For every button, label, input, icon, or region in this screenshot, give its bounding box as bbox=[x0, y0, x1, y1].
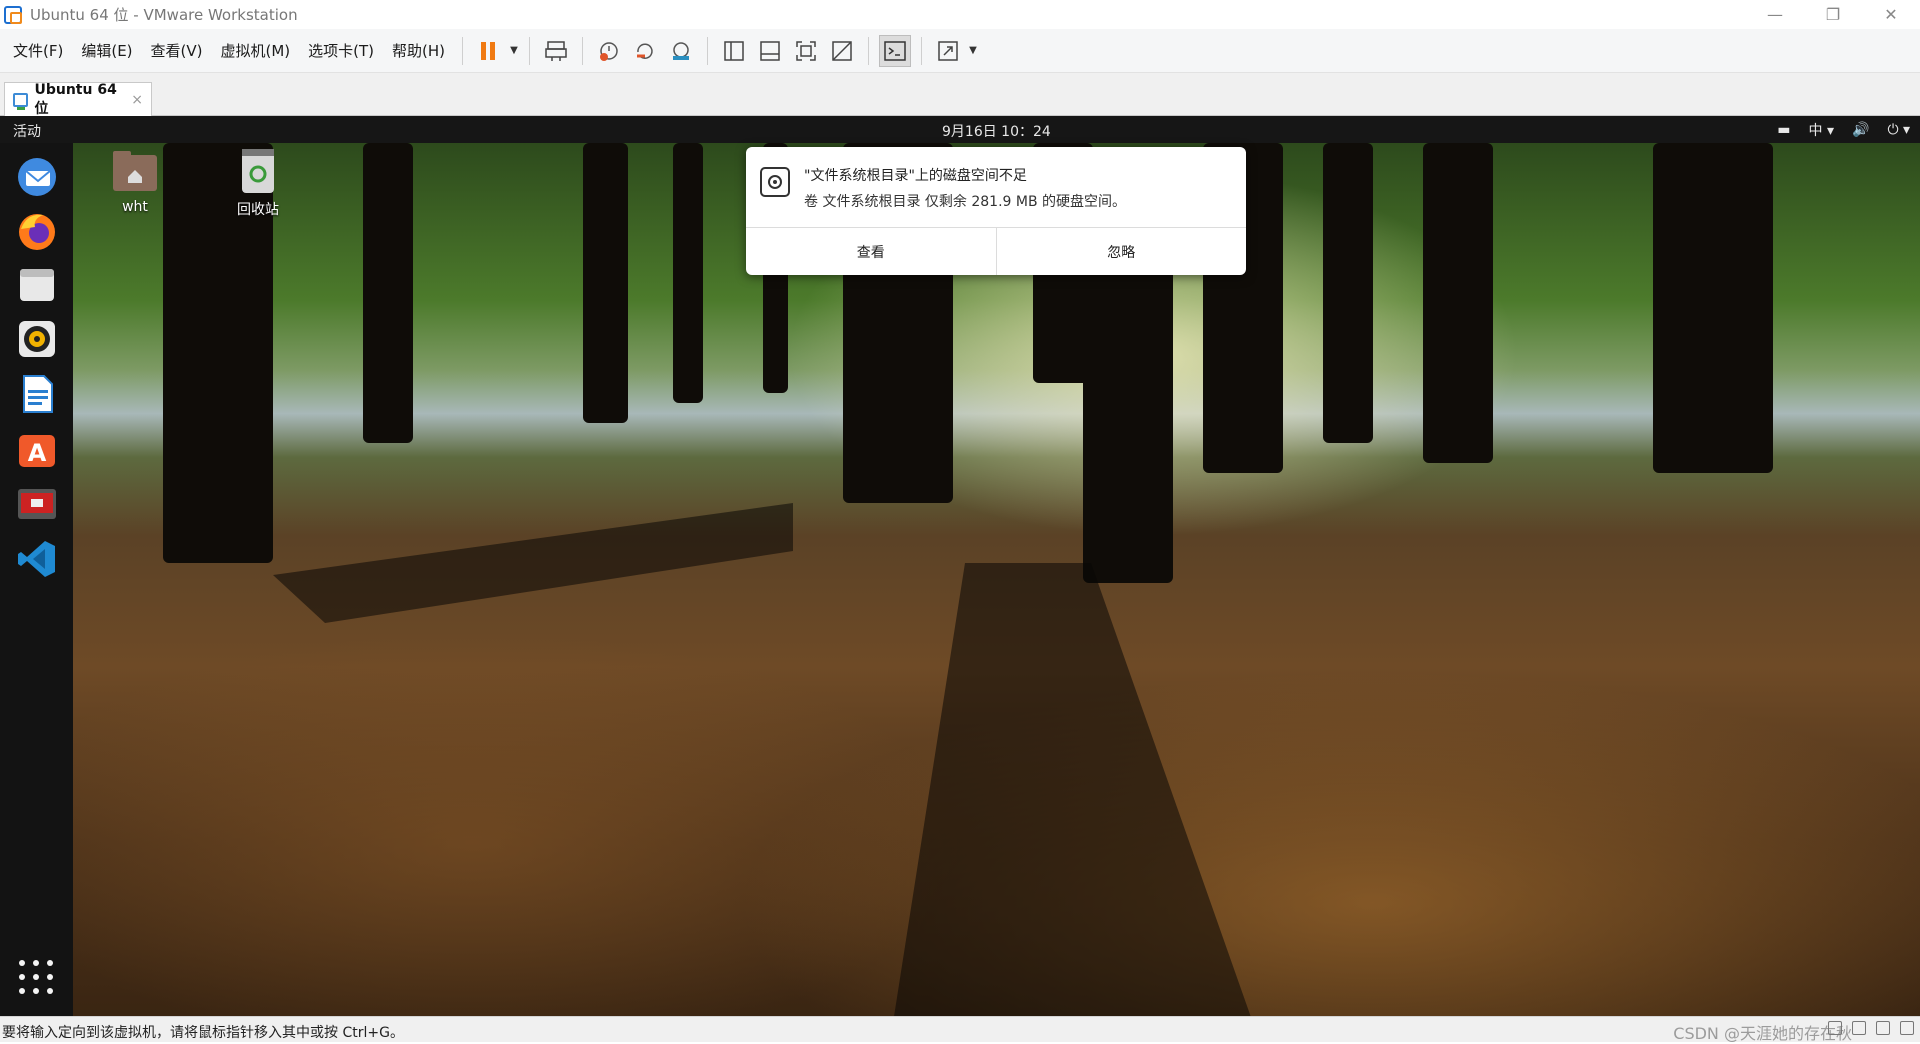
snapshot-icon[interactable] bbox=[593, 35, 625, 67]
activities-button[interactable]: 活动 bbox=[13, 121, 41, 141]
desktop-icon-trash[interactable]: 回收站 bbox=[213, 147, 303, 219]
system-tray: ▬ 中 ▾ 🔊 ⏻ ▾ bbox=[1777, 120, 1910, 140]
volume-icon[interactable]: 🔊 bbox=[1852, 122, 1869, 138]
unity-icon[interactable] bbox=[826, 35, 858, 67]
sound-device-icon[interactable] bbox=[1876, 1021, 1890, 1035]
menu-vm[interactable]: 虚拟机(M) bbox=[212, 36, 300, 66]
status-bar: 要将输入定向到该虚拟机，请将鼠标指针移入其中或按 Ctrl+G。 CSDN @天… bbox=[0, 1016, 1920, 1043]
network-icon[interactable] bbox=[1828, 1021, 1842, 1035]
toolbar-separator bbox=[582, 36, 584, 65]
rhythmbox-icon[interactable] bbox=[13, 315, 61, 363]
input-method-indicator[interactable]: 中 ▾ bbox=[1809, 120, 1834, 140]
ignore-button[interactable]: 忽略 bbox=[995, 228, 1247, 275]
gnome-top-bar: 活动 9月16日 10：24 ▬ 中 ▾ 🔊 ⏻ ▾ bbox=[0, 116, 1920, 143]
toolbar-separator bbox=[868, 36, 870, 65]
usb-icon[interactable] bbox=[1852, 1021, 1866, 1035]
tab-ubuntu[interactable]: Ubuntu 64 位 × bbox=[4, 81, 152, 117]
disk-icon bbox=[760, 167, 790, 197]
dock: A bbox=[0, 143, 73, 1016]
keyboard-icon[interactable]: ▬ bbox=[1777, 122, 1790, 138]
desktop-icon-label: wht bbox=[122, 199, 148, 215]
view-button[interactable]: 查看 bbox=[746, 228, 996, 275]
snapshot-manager-icon[interactable] bbox=[665, 35, 697, 67]
trash-icon bbox=[242, 149, 274, 193]
notification-title: "文件系统根目录"上的磁盘空间不足 bbox=[804, 168, 1027, 184]
thumbnail-bar-icon[interactable] bbox=[754, 35, 786, 67]
stretch-icon[interactable] bbox=[932, 35, 964, 67]
send-ctrl-alt-del-icon[interactable] bbox=[540, 35, 572, 67]
toolbar-separator bbox=[707, 36, 709, 65]
pause-icon[interactable] bbox=[473, 35, 505, 67]
vm-guest-screen[interactable]: 活动 9月16日 10：24 ▬ 中 ▾ 🔊 ⏻ ▾ A wht 回收站 "文件… bbox=[0, 116, 1920, 1016]
toolbar-separator bbox=[462, 36, 464, 65]
vscode-icon[interactable] bbox=[13, 535, 61, 583]
notification-actions: 查看 忽略 bbox=[746, 227, 1246, 275]
desktop-icon-label: 回收站 bbox=[237, 202, 279, 218]
close-button[interactable]: ✕ bbox=[1862, 0, 1920, 29]
toolbar-separator bbox=[529, 36, 531, 65]
show-library-icon[interactable] bbox=[718, 35, 750, 67]
minimize-button[interactable]: — bbox=[1746, 0, 1804, 29]
device-status-icons bbox=[1828, 1021, 1914, 1035]
menu-edit[interactable]: 编辑(E) bbox=[72, 36, 141, 66]
close-icon[interactable]: × bbox=[131, 92, 143, 108]
vmware-logo-icon bbox=[4, 5, 22, 24]
desktop-icon-home[interactable]: wht bbox=[90, 149, 180, 215]
libreoffice-writer-icon[interactable] bbox=[13, 370, 61, 418]
input-hint-text: 要将输入定向到该虚拟机，请将鼠标指针移入其中或按 Ctrl+G。 bbox=[2, 1025, 404, 1041]
window-title: Ubuntu 64 位 - VMware Workstation bbox=[30, 6, 298, 24]
revert-snapshot-icon[interactable] bbox=[629, 35, 661, 67]
show-applications-icon[interactable] bbox=[19, 960, 55, 996]
input-method-label: 中 bbox=[1808, 123, 1823, 139]
toolbar-separator bbox=[921, 36, 923, 65]
console-view-icon[interactable] bbox=[879, 34, 912, 67]
vm-tab-bar: Ubuntu 64 位 × bbox=[0, 73, 1920, 117]
screenshot-app-icon[interactable] bbox=[13, 480, 61, 528]
files-icon[interactable] bbox=[13, 261, 61, 309]
menu-help[interactable]: 帮助(H) bbox=[383, 36, 454, 66]
thunderbird-icon[interactable] bbox=[13, 153, 61, 201]
menu-view[interactable]: 查看(V) bbox=[142, 36, 212, 66]
window-controls: — ❐ ✕ bbox=[1746, 0, 1920, 29]
power-icon[interactable]: ⏻ ▾ bbox=[1887, 122, 1910, 138]
message-icon[interactable] bbox=[1900, 1021, 1914, 1035]
firefox-icon[interactable] bbox=[13, 207, 61, 255]
restore-button[interactable]: ❐ bbox=[1804, 0, 1862, 29]
disk-space-notification: "文件系统根目录"上的磁盘空间不足 卷 文件系统根目录 仅剩余 281.9 MB… bbox=[746, 147, 1246, 275]
watermark: CSDN @天涯她的存在秋 bbox=[1673, 1024, 1852, 1043]
svg-text:A: A bbox=[28, 439, 47, 467]
home-folder-icon bbox=[113, 151, 157, 191]
title-bar: Ubuntu 64 位 - VMware Workstation — ❐ ✕ bbox=[0, 0, 1920, 29]
clock[interactable]: 9月16日 10：24 bbox=[942, 121, 1051, 141]
tab-label: Ubuntu 64 位 bbox=[34, 81, 117, 117]
vm-icon bbox=[13, 92, 29, 110]
notification-body: 卷 文件系统根目录 仅剩余 281.9 MB 的硬盘空间。 bbox=[804, 194, 1127, 210]
menu-file[interactable]: 文件(F) bbox=[4, 36, 72, 66]
chevron-down-icon[interactable]: ▼ bbox=[507, 35, 521, 67]
full-screen-icon[interactable] bbox=[790, 35, 822, 67]
chevron-down-icon[interactable]: ▼ bbox=[966, 35, 980, 67]
menu-tabs[interactable]: 选项卡(T) bbox=[299, 36, 383, 66]
menu-toolbar: 文件(F) 编辑(E) 查看(V) 虚拟机(M) 选项卡(T) 帮助(H) ▼ … bbox=[0, 29, 1920, 73]
ubuntu-software-icon[interactable]: A bbox=[13, 425, 61, 473]
